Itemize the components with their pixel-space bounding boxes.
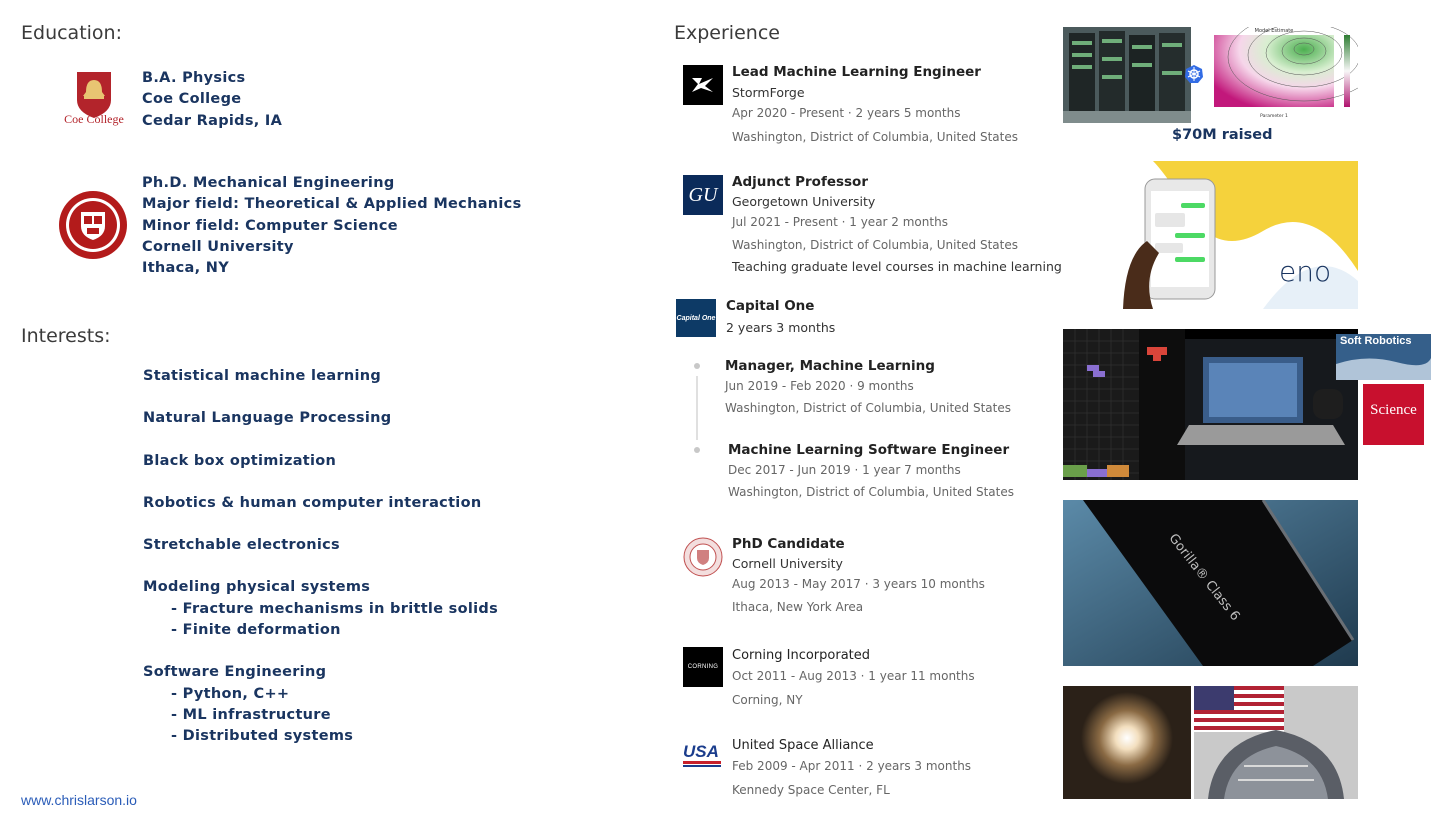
interest-subitem: - Finite deformation <box>171 622 341 639</box>
job-dates: Jun 2019 - Feb 2020 · 9 months <box>725 379 914 393</box>
interest-subitem: - Fracture mechanisms in brittle solids <box>171 600 499 617</box>
stormforge-caption: $70M raised <box>1172 127 1273 143</box>
education-heading: Education: <box>21 22 122 44</box>
plot-xlabel: Parameter 1 <box>1260 113 1288 119</box>
job-dates: Aug 2013 - May 2017 · 3 years 10 months <box>732 577 985 591</box>
interest-subitem: - Distributed systems <box>171 728 354 745</box>
timeline-dot <box>694 447 700 453</box>
job-location: Kennedy Space Center, FL <box>732 783 890 797</box>
glowing-light-photo <box>1063 686 1191 799</box>
experience-capital-one: Capital One 2 years 3 months <box>726 298 835 335</box>
timeline-line <box>696 376 698 440</box>
job-dates: Apr 2020 - Present · 2 years 5 months <box>732 106 961 120</box>
interest-item: Black box optimization <box>143 452 337 469</box>
company-name: Corning Incorporated <box>732 648 871 663</box>
job-location: Ithaca, New York Area <box>732 600 864 614</box>
experience-corning: Corning Incorporated Oct 2011 - Aug 2013… <box>732 648 975 707</box>
interest-item: Robotics & human computer interaction <box>143 494 482 511</box>
cornell-seal-logo <box>57 190 129 260</box>
model-estimate-contour-plot: Model Estimate Parameter 1 <box>1204 27 1358 123</box>
job-title: Manager, Machine Learning <box>725 358 935 374</box>
interest-subitem: - ML infrastructure <box>171 706 331 723</box>
experience-capital-one-role-2: Machine Learning Software Engineer Dec 2… <box>728 442 1014 499</box>
cornell-location: Ithaca, NY <box>142 260 230 277</box>
interest-item: Natural Language Processing <box>143 410 392 427</box>
job-title: PhD Candidate <box>732 536 845 552</box>
job-dates: Jul 2021 - Present · 1 year 2 months <box>732 215 948 229</box>
experience-cornell: PhD Candidate Cornell University Aug 201… <box>732 536 985 614</box>
experience-georgetown: Adjunct Professor Georgetown University … <box>732 174 1062 274</box>
cornell-major: Major field: Theoretical & Applied Mecha… <box>142 196 522 213</box>
corning-logo: CORNING <box>683 647 723 687</box>
interest-subitem: - Python, C++ <box>171 685 290 702</box>
soft-robotics-journal-badge: Soft Robotics <box>1336 334 1431 380</box>
job-location: Washington, District of Columbia, United… <box>732 238 1018 252</box>
job-title: Machine Learning Software Engineer <box>728 442 1010 458</box>
company-name: Cornell University <box>732 556 843 571</box>
job-location: Washington, District of Columbia, United… <box>725 401 1011 415</box>
website-link[interactable]: www.chrislarson.io <box>21 792 137 808</box>
science-journal-badge: Science <box>1363 384 1424 445</box>
job-description: Teaching graduate level courses in machi… <box>732 259 1062 274</box>
coe-logo-text: Coe College <box>64 112 124 126</box>
soft-robotics-text: Soft Robotics <box>1340 335 1412 347</box>
experience-stormforge: Lead Machine Learning Engineer StormForg… <box>732 64 1018 144</box>
job-dates: Dec 2017 - Jun 2019 · 1 year 7 months <box>728 463 961 477</box>
interests-heading: Interests: <box>21 325 111 347</box>
georgetown-logo: GU <box>683 175 723 215</box>
cornell-degree: Ph.D. Mechanical Engineering <box>142 175 395 191</box>
capital-one-logo: Capital One <box>676 299 716 337</box>
interest-item: Modeling physical systems <box>143 579 371 596</box>
experience-heading: Experience <box>674 22 780 44</box>
company-name: Capital One <box>726 298 815 314</box>
experience-usa: United Space Alliance Feb 2009 - Apr 201… <box>732 738 971 797</box>
coe-college-logo: Coe College <box>58 70 130 128</box>
coe-location: Cedar Rapids, IA <box>142 112 283 129</box>
interest-item: Software Engineering <box>143 664 327 681</box>
interests-list: Statistical machine learning Natural Lan… <box>143 366 498 748</box>
job-title: Adjunct Professor <box>732 174 868 190</box>
interest-item: Stretchable electronics <box>143 537 340 554</box>
job-location: Corning, NY <box>732 693 803 707</box>
job-location: Washington, District of Columbia, United… <box>728 485 1014 499</box>
spacecraft-flag-photo <box>1194 686 1358 799</box>
job-title: Lead Machine Learning Engineer <box>732 64 981 80</box>
tetris-robotics-photo <box>1063 329 1358 480</box>
company-name: Georgetown University <box>732 194 876 209</box>
coe-school: Coe College <box>142 91 242 108</box>
job-dates: Oct 2011 - Aug 2013 · 1 year 11 months <box>732 669 975 683</box>
gorilla-glass-photo: Gorilla® Class 6 <box>1063 500 1358 666</box>
experience-capital-one-role-1: Manager, Machine Learning Jun 2019 - Feb… <box>725 358 1011 415</box>
cornell-seal-small-logo <box>683 537 723 577</box>
cornell-minor: Minor field: Computer Science <box>142 217 398 234</box>
cornell-school: Cornell University <box>142 238 294 255</box>
timeline-dot <box>694 363 700 369</box>
company-duration: 2 years 3 months <box>726 320 836 335</box>
job-dates: Feb 2009 - Apr 2011 · 2 years 3 months <box>732 759 972 773</box>
interest-item: Statistical machine learning <box>143 368 382 384</box>
server-rack-photo <box>1063 27 1191 123</box>
company-name: StormForge <box>732 85 805 100</box>
eno-logo-text: eno <box>1279 255 1332 288</box>
eno-phone-photo: eno <box>1063 161 1358 309</box>
job-location: Washington, District of Columbia, United… <box>732 130 1018 144</box>
coe-degree: B.A. Physics <box>142 70 246 86</box>
usa-logo: USA <box>683 743 723 771</box>
science-text: Science <box>1370 402 1417 418</box>
stormforge-logo <box>683 65 723 105</box>
company-name: United Space Alliance <box>732 738 874 753</box>
cornell-education-text: Ph.D. Mechanical Engineering Major field… <box>142 173 522 279</box>
coe-education-text: B.A. Physics Coe College Cedar Rapids, I… <box>142 68 282 132</box>
plot-title: Model Estimate <box>1255 28 1294 34</box>
kubernetes-icon <box>1184 64 1204 84</box>
